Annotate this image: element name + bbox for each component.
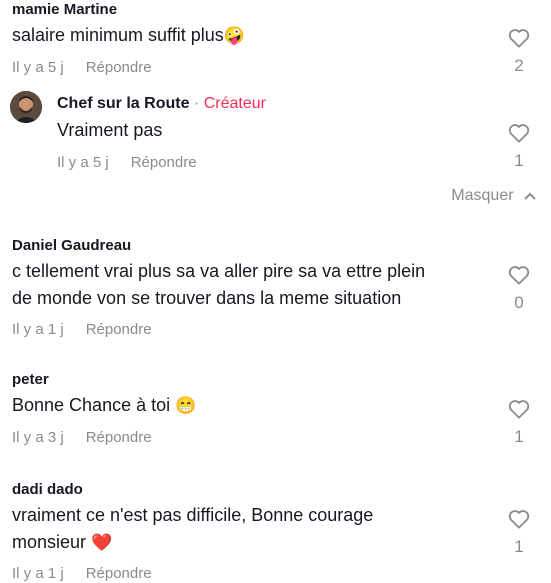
like-button[interactable]: 1 <box>507 399 531 447</box>
comment-text: Bonne Chance à toi 😁 <box>12 395 197 415</box>
comment-author[interactable]: mamie Martine <box>12 1 117 18</box>
heart-outline-icon <box>508 266 530 285</box>
comment-time: Il y a 1 j <box>12 565 64 582</box>
reply-button[interactable]: Répondre <box>86 565 152 582</box>
reply-button[interactable]: Répondre <box>86 59 152 76</box>
reply-button[interactable]: Répondre <box>131 154 197 171</box>
hide-replies-button[interactable]: Masquer <box>451 187 536 205</box>
comment-author[interactable]: dadi dado <box>12 481 83 498</box>
comment-text: c tellement vrai plus sa va aller pire s… <box>12 261 426 308</box>
comment-text: salaire minimum suffit plus🤪 <box>12 25 245 45</box>
like-count: 1 <box>514 427 524 446</box>
reply-author[interactable]: Chef sur la Route <box>57 95 189 112</box>
red-heart-emoji: ❤️ <box>91 533 113 552</box>
grinning-face-emoji: 😁 <box>175 396 197 415</box>
comment-time: Il y a 3 j <box>12 429 64 446</box>
reply-author-line: Chef sur la Route · Créateur <box>57 95 266 113</box>
reply-button[interactable]: Répondre <box>86 429 152 446</box>
creator-badge: Créateur <box>203 95 266 112</box>
comment-time: Il y a 1 j <box>12 321 64 338</box>
comment-time: Il y a 5 j <box>12 59 64 76</box>
like-count: 0 <box>514 293 524 312</box>
heart-outline-icon <box>508 29 530 48</box>
comment-text: vraiment ce n'est pas difficile, Bonne c… <box>12 505 374 552</box>
reply-button[interactable]: Répondre <box>86 321 152 338</box>
comment-meta: Il y a 1 j Répondre <box>12 321 152 338</box>
reply-meta: Il y a 5 j Répondre <box>57 154 197 171</box>
chevron-up-icon <box>524 192 536 200</box>
hide-replies-label: Masquer <box>451 187 514 204</box>
separator-dot: · <box>193 95 200 112</box>
like-button[interactable]: 2 <box>507 28 531 76</box>
comment-author[interactable]: peter <box>12 371 49 388</box>
like-count: 1 <box>514 151 524 170</box>
like-button[interactable]: 1 <box>507 509 531 557</box>
like-count: 1 <box>514 537 524 556</box>
comment-meta: Il y a 3 j Répondre <box>12 429 152 446</box>
like-button[interactable]: 0 <box>507 265 531 313</box>
like-button[interactable]: 1 <box>507 123 531 171</box>
avatar[interactable] <box>10 91 42 123</box>
comment-author[interactable]: Daniel Gaudreau <box>12 237 131 254</box>
heart-outline-icon <box>508 124 530 143</box>
reply-time: Il y a 5 j <box>57 154 109 171</box>
crazy-face-emoji: 🤪 <box>223 26 245 45</box>
heart-outline-icon <box>508 510 530 529</box>
comment-meta: Il y a 1 j Répondre <box>12 565 152 582</box>
reply-text: Vraiment pas <box>57 120 163 140</box>
heart-outline-icon <box>508 400 530 419</box>
like-count: 2 <box>514 56 524 75</box>
comment-meta: Il y a 5 j Répondre <box>12 59 152 76</box>
